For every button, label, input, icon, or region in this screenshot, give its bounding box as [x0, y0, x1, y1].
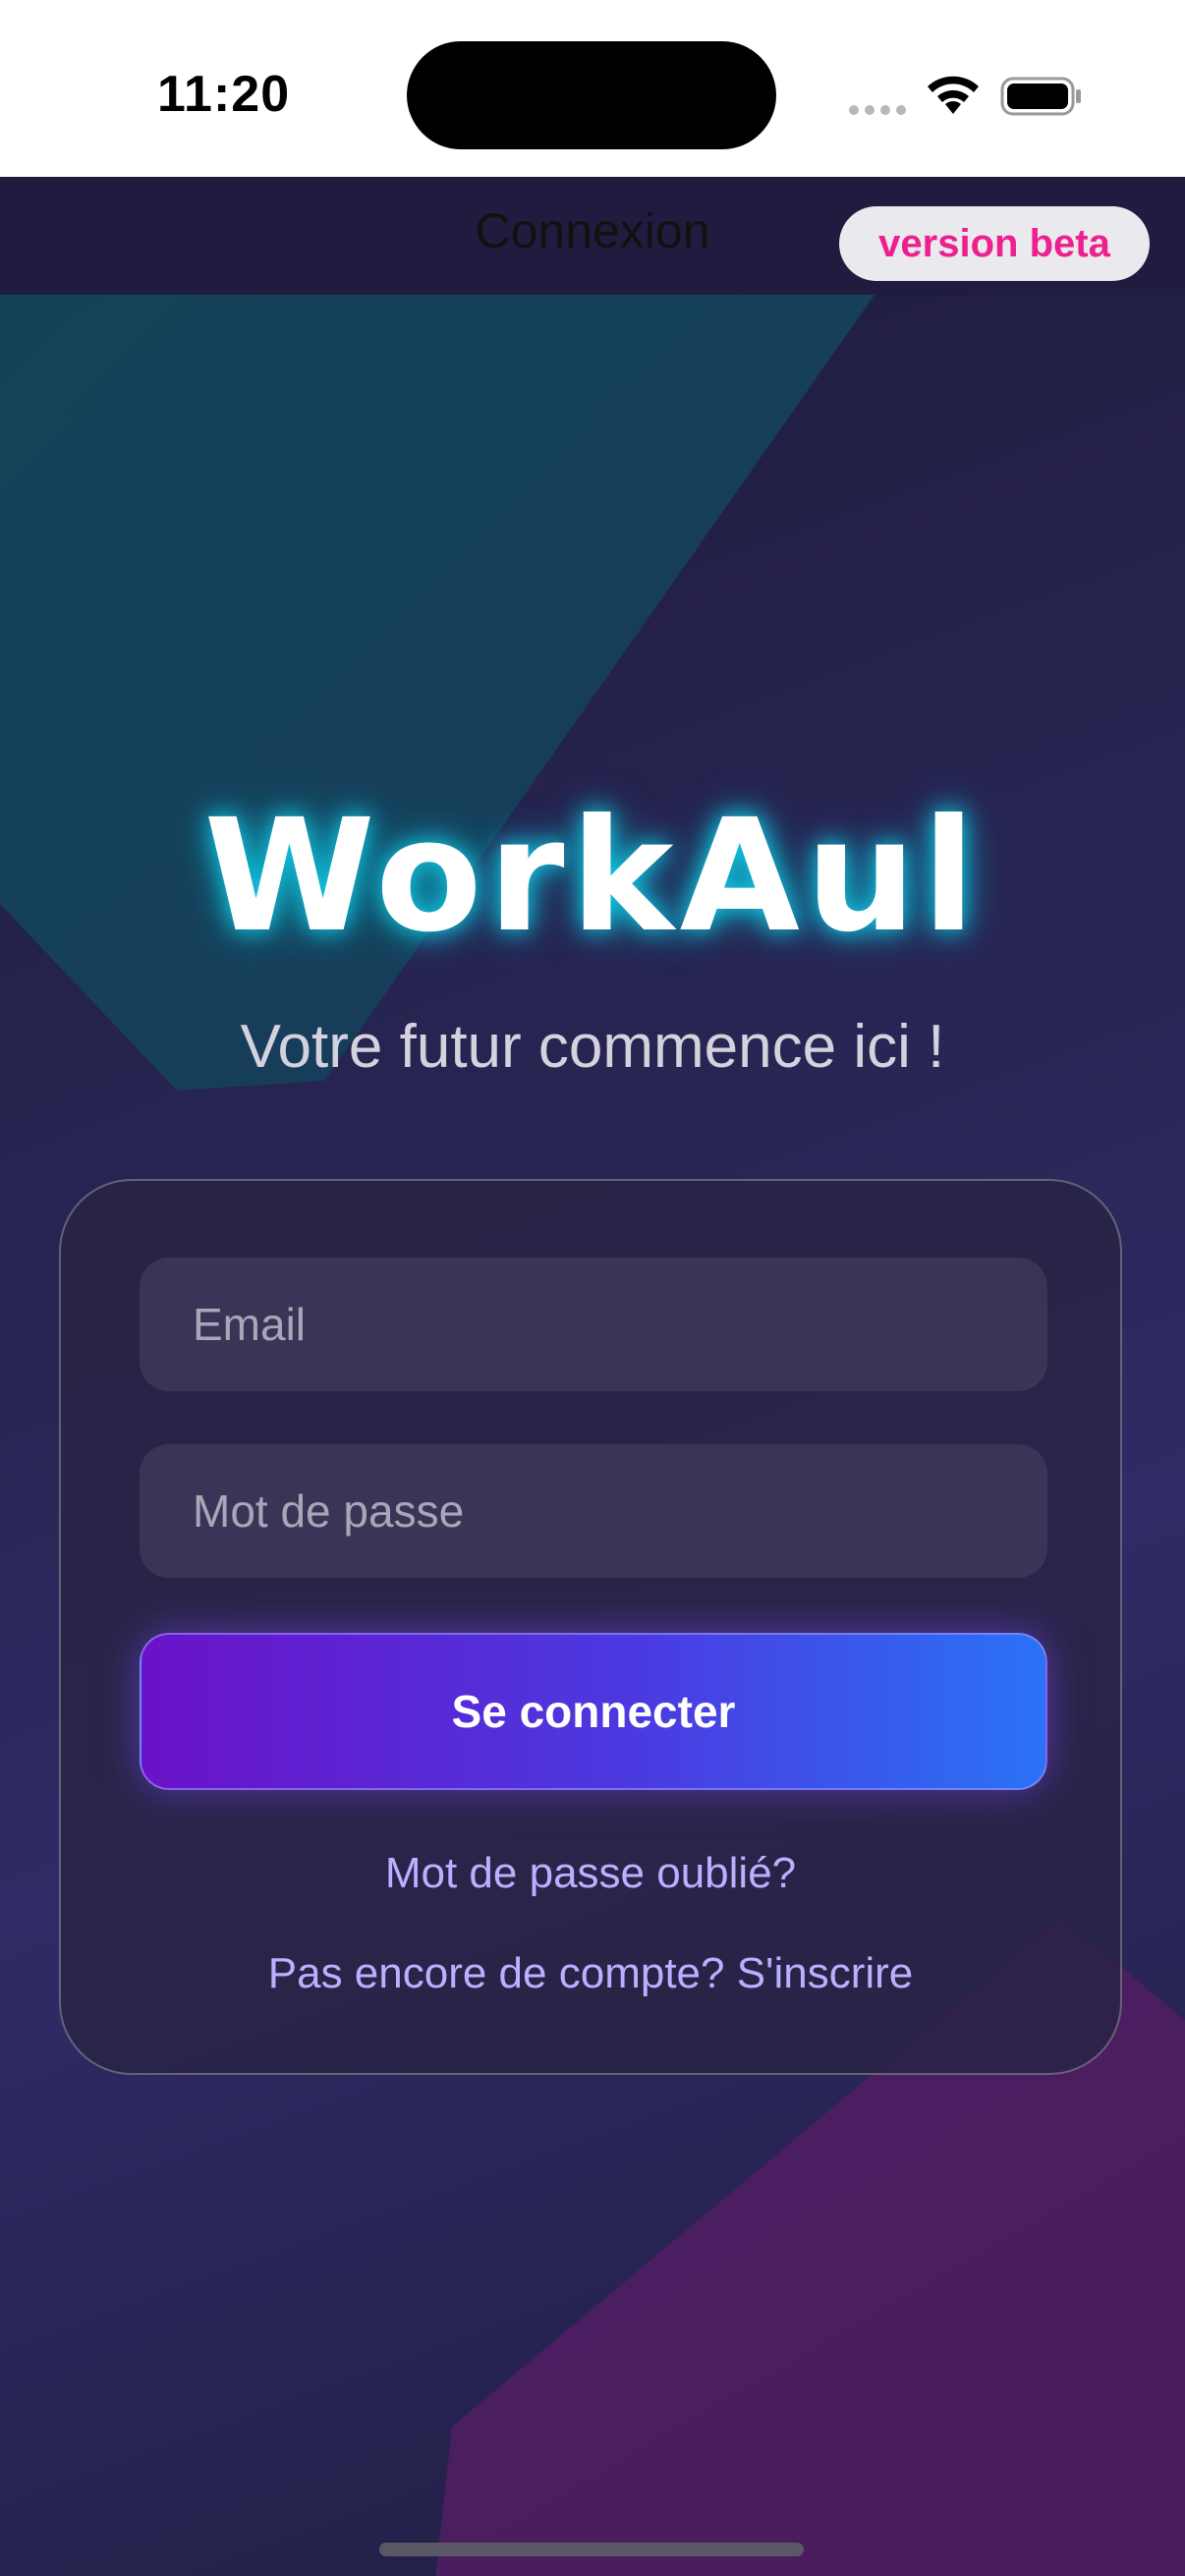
password-input[interactable]: [140, 1444, 1047, 1578]
login-button-label: Se connecter: [451, 1686, 736, 1737]
app-logo-text: WorkAul: [203, 786, 982, 967]
signup-link[interactable]: Pas encore de compte? S'inscrire: [61, 1949, 1120, 1998]
beta-badge: version beta: [839, 206, 1150, 281]
password-field[interactable]: [140, 1444, 1047, 1578]
app-logo: WorkAul: [0, 786, 1185, 967]
forgot-password-link[interactable]: Mot de passe oublié?: [61, 1849, 1120, 1898]
login-screen: WorkAul Votre futur commence ici ! Se co…: [0, 295, 1185, 2576]
battery-icon: [1000, 77, 1081, 116]
cellular-signal-icon: [849, 102, 912, 120]
home-indicator[interactable]: [379, 2543, 804, 2556]
status-time: 11:20: [157, 66, 291, 123]
wifi-icon: [928, 76, 979, 114]
status-bar: 11:20 Connexion version beta: [0, 0, 1185, 281]
dynamic-island: [407, 41, 776, 149]
email-input[interactable]: [140, 1258, 1047, 1391]
email-field[interactable]: [140, 1258, 1047, 1391]
login-button[interactable]: Se connecter: [140, 1633, 1047, 1790]
tagline: Votre futur commence ici !: [240, 1013, 945, 1081]
beta-badge-label: version beta: [878, 221, 1110, 265]
login-card: Se connecter Mot de passe oublié? Pas en…: [59, 1179, 1122, 2075]
